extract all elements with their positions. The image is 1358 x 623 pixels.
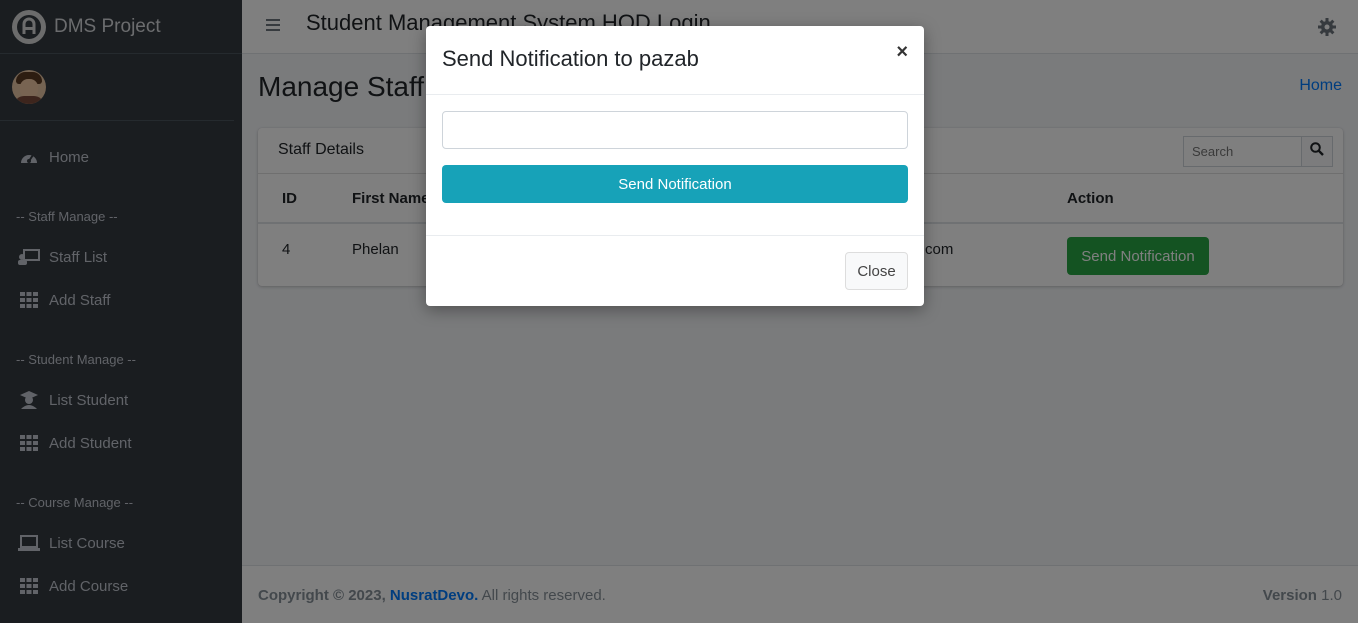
modal-header: Send Notification to pazab × bbox=[426, 26, 924, 95]
notification-message-input[interactable] bbox=[442, 111, 908, 149]
modal-close-button[interactable]: Close bbox=[845, 252, 908, 290]
modal-footer: Close bbox=[426, 235, 924, 306]
modal-title: Send Notification to pazab bbox=[442, 46, 699, 71]
send-notification-modal: Send Notification to pazab × Send Notifi… bbox=[426, 26, 924, 306]
close-icon[interactable]: × bbox=[896, 42, 908, 62]
modal-send-notification-button[interactable]: Send Notification bbox=[442, 165, 908, 203]
